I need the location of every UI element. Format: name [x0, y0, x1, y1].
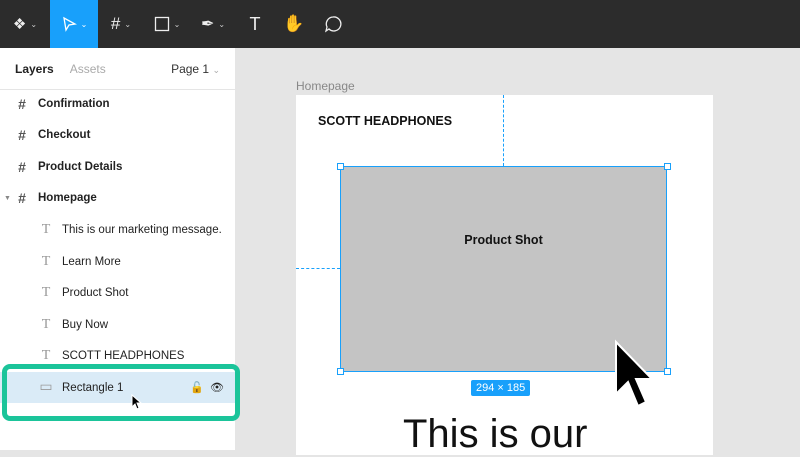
layer-label: SCOTT HEADPHONES: [62, 350, 185, 363]
frame-icon: #: [18, 190, 26, 207]
resize-handle[interactable]: [337, 163, 344, 170]
text-icon: T: [249, 13, 261, 34]
layer-row[interactable]: T Product Shot: [0, 278, 236, 309]
layer-row[interactable]: # Checkout: [0, 120, 236, 151]
product-shot-text[interactable]: Product Shot: [464, 233, 542, 247]
frame-icon: #: [18, 158, 26, 175]
pen-tool-button[interactable]: ✒ ⌄: [190, 0, 236, 48]
frame-icon: #: [18, 95, 26, 112]
text-icon: T: [41, 316, 51, 332]
layer-row[interactable]: T Learn More: [0, 246, 236, 277]
layer-label: Confirmation: [38, 97, 110, 110]
brand-text[interactable]: SCOTT HEADPHONES: [318, 114, 452, 128]
resize-handle[interactable]: [664, 163, 671, 170]
comment-icon: [324, 16, 342, 33]
figma-menu-button[interactable]: ❖ ⌄: [0, 0, 50, 48]
page-label: Page 1: [171, 61, 210, 76]
move-tool-button[interactable]: ⌄: [50, 0, 98, 48]
layer-row[interactable]: # Product Details: [0, 151, 236, 182]
text-icon: T: [41, 221, 51, 237]
dimensions-badge: 294 × 185: [471, 380, 531, 396]
layer-label: Learn More: [62, 255, 121, 268]
cursor-icon: [131, 394, 143, 410]
text-icon: T: [41, 253, 51, 269]
layer-label: Buy Now: [62, 318, 109, 331]
resize-handle[interactable]: [664, 368, 671, 375]
text-icon: T: [41, 348, 51, 364]
layer-row[interactable]: # Confirmation: [0, 88, 236, 119]
layer-row[interactable]: T Buy Now: [0, 309, 236, 340]
layer-label: Homepage: [38, 192, 97, 205]
shape-tool-button[interactable]: ⌄: [144, 0, 190, 48]
measure-guide: [503, 95, 504, 166]
text-icon: T: [41, 285, 51, 301]
layer-label: Product Shot: [62, 287, 129, 300]
resize-handle[interactable]: [337, 368, 344, 375]
frame-label[interactable]: Homepage: [296, 79, 355, 93]
frame-icon: #: [110, 14, 121, 33]
rectangle-icon: [154, 16, 169, 32]
chevron-down-icon: ⌄: [212, 64, 220, 75]
layer-label: This is our marketing message.: [62, 223, 222, 236]
frame-tool-button[interactable]: # ⌄: [98, 0, 144, 48]
layer-row[interactable]: T This is our marketing message.: [0, 214, 236, 245]
pointer-icon: [62, 16, 77, 32]
layer-row[interactable]: ▼ # Homepage: [0, 183, 236, 214]
measure-guide: [296, 268, 340, 269]
text-tool-button[interactable]: T: [236, 0, 274, 48]
comment-tool-button[interactable]: [314, 0, 352, 48]
tab-assets[interactable]: Assets: [70, 62, 106, 76]
figma-logo-icon: ❖: [12, 16, 27, 33]
layer-label: Checkout: [38, 129, 91, 142]
hand-tool-button[interactable]: ✋: [274, 0, 314, 48]
page-selector[interactable]: Page 1 ⌄: [171, 62, 220, 76]
selection-highlight: [2, 364, 240, 421]
caret-down-icon[interactable]: ▼: [4, 195, 11, 202]
cursor-icon: [615, 339, 655, 408]
frame-icon: #: [18, 127, 26, 144]
pen-icon: ✒: [200, 16, 215, 33]
toolbar: ❖ ⌄ ⌄ # ⌄ ⌄ ✒ ⌄ T ✋: [0, 0, 800, 48]
headline-text[interactable]: This is our: [403, 412, 588, 457]
hand-icon: ✋: [283, 14, 305, 33]
tab-layers[interactable]: Layers: [15, 62, 54, 76]
layer-label: Product Details: [38, 160, 123, 173]
